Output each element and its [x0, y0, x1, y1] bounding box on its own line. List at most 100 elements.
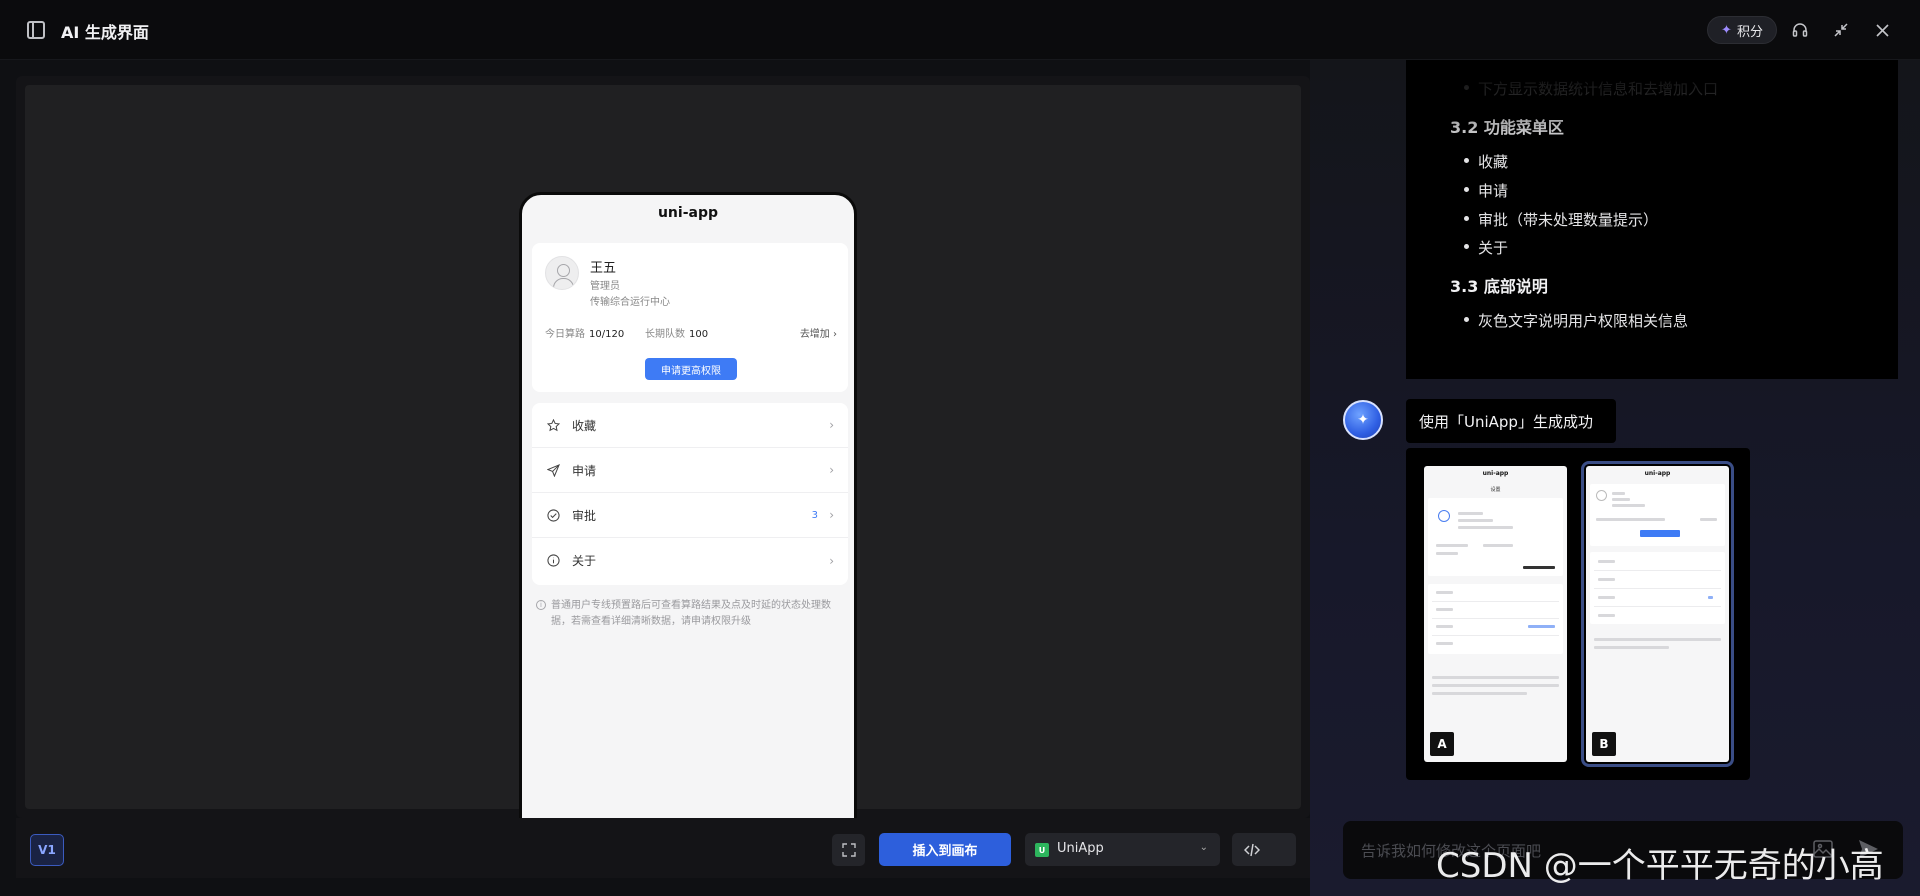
placeholder-bar [1436, 608, 1453, 611]
plan-item: 申请 [1463, 182, 1509, 200]
uniapp-logo-icon: U [1035, 843, 1049, 857]
menu-label: 申请 [572, 463, 597, 478]
plan-item: 灰色文字说明用户权限相关信息 [1463, 312, 1689, 330]
goto-add-link[interactable]: 去增加 › [800, 325, 837, 340]
divider [1594, 588, 1721, 589]
version-badge[interactable]: V1 [30, 834, 64, 866]
plan-item: 审批（带未处理数量提示） [1463, 211, 1659, 229]
placeholder-bar [1432, 692, 1527, 695]
variant-label: A [1430, 732, 1454, 756]
plan-section-heading: 3.3 底部说明 [1450, 277, 1548, 296]
divider [1432, 601, 1559, 602]
expand-icon [841, 843, 856, 857]
menu-item-about[interactable]: 关于 › [532, 538, 848, 583]
placeholder-bar [1528, 625, 1555, 628]
variants-card: uni-app 设置 A uni-app B [1406, 448, 1750, 780]
plan-item: 收藏 [1463, 153, 1509, 171]
stat-today-value: 10/120 [589, 329, 625, 340]
plan-item-faded: 下方显示数据统计信息和去增加入口 [1463, 80, 1719, 98]
avatar [545, 256, 579, 290]
stats-row: 今日算路 10/120 长期队数 100 去增加 › [545, 325, 837, 341]
chevron-right-icon: › [829, 418, 834, 432]
profile-department: 传输综合运行中心 [590, 297, 670, 308]
placeholder-bar [1612, 498, 1630, 501]
variant-header: 设置 [1490, 487, 1501, 493]
ai-assistant-avatar: ✦ [1343, 400, 1383, 440]
divider [1594, 570, 1721, 571]
placeholder-bar [1436, 544, 1468, 547]
avatar [1596, 490, 1607, 501]
placeholder-bar [1523, 566, 1555, 569]
sparkle-icon: ✦ [1357, 412, 1369, 428]
avatar [1438, 510, 1450, 522]
placeholder-bar [1458, 519, 1493, 522]
view-code-button[interactable] [1232, 833, 1296, 866]
footnote-text: 普通用户专线预置路后可查看算路结果及点及时延的状态处理数据，若需查看详细清晰数据… [551, 600, 831, 627]
placeholder-bar [1708, 596, 1713, 599]
placeholder-bar [1598, 560, 1615, 563]
apply-button-thumb [1640, 530, 1680, 537]
phone-preview[interactable]: uni-app 王五 管理员 传输综合运行中心 今日算路 10/120 长期队数 1… [519, 192, 857, 874]
placeholder-bar [1596, 518, 1665, 521]
profile-card: 王五 管理员 传输综合运行中心 今日算路 10/120 长期队数 100 去增加 ›… [532, 243, 848, 392]
sidebar-toggle-icon[interactable] [27, 21, 45, 39]
variant-profile-card [1428, 498, 1563, 576]
chevron-right-icon: › [833, 329, 837, 340]
title-bar: AI 生成界面 ✦ 积分 [0, 0, 1920, 60]
pending-count-badge: 3 [811, 509, 818, 521]
placeholder-bar [1594, 638, 1721, 641]
framework-label: UniApp [1057, 841, 1104, 856]
success-message: 使用「UniApp」生成成功 [1406, 399, 1616, 443]
close-icon[interactable] [1872, 20, 1892, 40]
placeholder-bar [1483, 544, 1513, 547]
variant-a-thumbnail[interactable]: uni-app 设置 A [1424, 466, 1567, 762]
window-title: AI 生成界面 [61, 23, 149, 42]
placeholder-bar [1612, 504, 1645, 507]
placeholder-bar [1598, 596, 1615, 599]
points-button[interactable]: ✦ 积分 [1707, 16, 1777, 44]
watermark: CSDN @一个平平无奇的小高 [1436, 846, 1884, 886]
phone-title: uni-app [657, 205, 719, 221]
placeholder-bar [1598, 614, 1615, 617]
stat-long: 长期队数 100 [645, 325, 708, 340]
stat-today: 今日算路 10/120 [545, 325, 624, 340]
placeholder-bar [1436, 642, 1453, 645]
placeholder-bar [1598, 578, 1615, 581]
placeholder-bar [1700, 518, 1717, 521]
divider [1432, 618, 1559, 619]
menu-label: 收藏 [572, 418, 597, 433]
chevron-right-icon: › [829, 463, 834, 477]
divider [1594, 606, 1721, 607]
variant-menu-card [1428, 584, 1563, 654]
menu-item-favorites[interactable]: 收藏 › [532, 403, 848, 448]
placeholder-bar [1436, 625, 1453, 628]
variant-title: uni-app [1644, 470, 1671, 477]
send-icon [546, 463, 560, 477]
menu-item-apply[interactable]: 申请 › [532, 448, 848, 493]
insert-to-canvas-button[interactable]: 插入到画布 [879, 833, 1011, 866]
star-icon [546, 418, 560, 432]
fullscreen-button[interactable] [832, 834, 865, 866]
placeholder-bar [1458, 512, 1483, 515]
points-label: 积分 [1736, 24, 1763, 40]
generation-plan-message: 下方显示数据统计信息和去增加入口 3.2 功能菜单区 收藏 申请 审批（带未处理… [1406, 60, 1898, 379]
variant-b-thumbnail[interactable]: uni-app B [1581, 461, 1734, 767]
preview-canvas: uni-app 王五 管理员 传输综合运行中心 今日算路 10/120 长期队数 1… [25, 85, 1301, 874]
placeholder-bar [1436, 552, 1458, 555]
collapse-icon[interactable] [1831, 20, 1851, 40]
headset-icon[interactable] [1790, 20, 1810, 40]
goto-add-label: 去增加 [799, 329, 830, 340]
placeholder-bar [1432, 676, 1559, 679]
apply-permission-button[interactable]: 申请更高权限 [645, 358, 737, 380]
profile-name: 王五 [590, 261, 617, 276]
menu-item-approval[interactable]: 审批 3 › [532, 493, 848, 538]
stat-long-value: 100 [689, 329, 709, 340]
chevron-down-icon: ⌄ [1199, 842, 1208, 853]
code-icon [1244, 843, 1260, 856]
profile-role: 管理员 [590, 281, 620, 292]
framework-select[interactable]: U UniApp ⌄ [1025, 833, 1220, 866]
placeholder-bar [1594, 646, 1669, 649]
plan-section-heading: 3.2 功能菜单区 [1450, 118, 1564, 137]
menu-label: 关于 [572, 554, 597, 568]
divider [1432, 635, 1559, 636]
